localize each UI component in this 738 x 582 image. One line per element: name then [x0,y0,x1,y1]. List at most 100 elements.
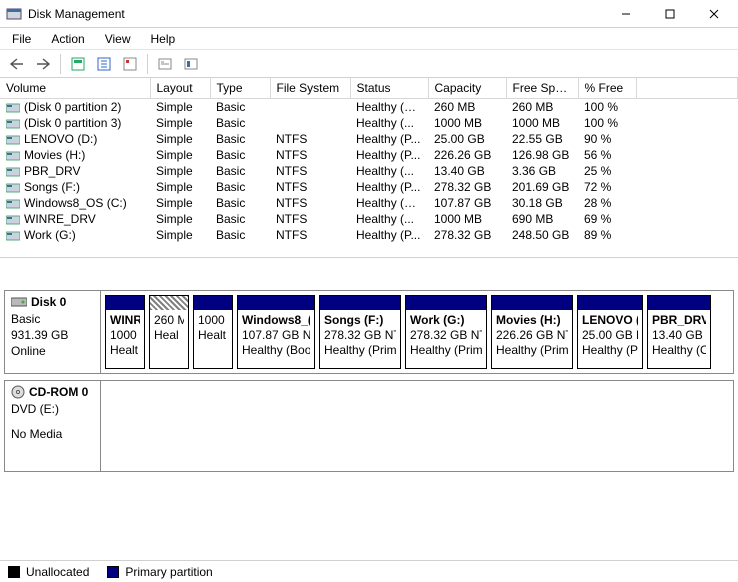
vol-type: Basic [210,99,270,116]
partition-cap [150,296,188,310]
col-pctfree[interactable]: % Free [578,78,636,99]
menu-action[interactable]: Action [41,30,94,48]
col-capacity[interactable]: Capacity [428,78,506,99]
col-free[interactable]: Free Spa... [506,78,578,99]
partition-status: Healthy (O [652,343,706,358]
table-row[interactable]: Movies (H:)SimpleBasicNTFSHealthy (P...2… [0,147,738,163]
vol-fs [270,115,350,131]
volume-icon [6,182,20,194]
partition[interactable]: WINRE1000 MHealt [105,295,145,369]
nav-back-button[interactable] [6,53,28,75]
vol-name: Windows8_OS (C:) [24,196,127,210]
table-row[interactable]: WINRE_DRVSimpleBasicNTFSHealthy (...1000… [0,211,738,227]
col-status[interactable]: Status [350,78,428,99]
disk-icon: Disk 0 [11,295,94,309]
col-filesystem[interactable]: File System [270,78,350,99]
maximize-button[interactable] [648,0,692,27]
col-type[interactable]: Type [210,78,270,99]
vol-pct: 28 % [578,195,636,211]
vol-fs [270,99,350,116]
toolbar [0,50,738,78]
settings-button[interactable] [180,53,202,75]
partition-size: 260 M [154,313,184,328]
cdrom-header[interactable]: CD-ROM 0 DVD (E:) No Media [5,381,101,471]
vol-free: 22.55 GB [506,131,578,147]
table-header-row[interactable]: Volume Layout Type File System Status Ca… [0,78,738,99]
vol-layout: Simple [150,163,210,179]
partition[interactable]: 1000 MHealt [193,295,233,369]
partition[interactable]: Songs (F:)278.32 GB NTFHealthy (Prim [319,295,401,369]
partition-size: 107.87 GB NT [242,328,310,343]
disk-row-disk0: Disk 0 Basic 931.39 GB Online WINRE1000 … [4,290,734,374]
refresh-button[interactable] [67,53,89,75]
partition-size: 278.32 GB NTF [324,328,396,343]
close-button[interactable] [692,0,736,27]
vol-capacity: 278.32 GB [428,227,506,243]
partition-cap [238,296,314,310]
table-row[interactable]: Windows8_OS (C:)SimpleBasicNTFSHealthy (… [0,195,738,211]
vol-capacity: 278.32 GB [428,179,506,195]
volume-icon [6,198,20,210]
disk-map-pane: Disk 0 Basic 931.39 GB Online WINRE1000 … [0,258,738,472]
disk-partition-map: WINRE1000 MHealt260 MHeal1000 MHealtWind… [101,291,733,373]
rescan-button[interactable] [93,53,115,75]
vol-status: Healthy (B... [350,195,428,211]
partition-status: Healt [110,343,140,358]
vol-status: Healthy (... [350,115,428,131]
partition[interactable]: 260 MHeal [149,295,189,369]
partition[interactable]: LENOVO (25.00 GB NHealthy (P [577,295,643,369]
col-extra[interactable] [636,78,738,99]
properties-button[interactable] [119,53,141,75]
vol-free: 260 MB [506,99,578,116]
help-button[interactable] [154,53,176,75]
vol-fs: NTFS [270,131,350,147]
vol-name: Movies (H:) [24,148,85,162]
partition-title: WINRE [110,313,140,328]
volume-list-pane: Volume Layout Type File System Status Ca… [0,78,738,258]
partition[interactable]: PBR_DRV13.40 GB NHealthy (O [647,295,711,369]
disk-header[interactable]: Disk 0 Basic 931.39 GB Online [5,291,101,373]
volume-table[interactable]: Volume Layout Type File System Status Ca… [0,78,738,243]
menu-help[interactable]: Help [141,30,186,48]
cdrom-map [101,381,733,471]
vol-status: Healthy (P... [350,131,428,147]
partition-size: 25.00 GB N [582,328,638,343]
disk-state: Online [11,344,94,359]
table-row[interactable]: Songs (F:)SimpleBasicNTFSHealthy (P...27… [0,179,738,195]
vol-layout: Simple [150,147,210,163]
disk-label: Disk 0 [31,295,66,310]
partition-status: Healthy (P [582,343,638,358]
partition-cap [106,296,144,310]
minimize-button[interactable] [604,0,648,27]
volume-icon [6,166,20,178]
menu-view[interactable]: View [95,30,141,48]
vol-status: Healthy (P... [350,147,428,163]
vol-pct: 72 % [578,179,636,195]
table-row[interactable]: LENOVO (D:)SimpleBasicNTFSHealthy (P...2… [0,131,738,147]
partition[interactable]: Movies (H:)226.26 GB NTFHealthy (Prim [491,295,573,369]
partition[interactable]: Work (G:)278.32 GB NTFHealthy (Prim [405,295,487,369]
vol-layout: Simple [150,115,210,131]
table-row[interactable]: (Disk 0 partition 3)SimpleBasicHealthy (… [0,115,738,131]
vol-fs: NTFS [270,227,350,243]
table-row[interactable]: PBR_DRVSimpleBasicNTFSHealthy (...13.40 … [0,163,738,179]
volume-icon [6,118,20,130]
vol-layout: Simple [150,99,210,116]
vol-name: Songs (F:) [24,180,80,194]
vol-name: LENOVO (D:) [24,132,97,146]
vol-capacity: 107.87 GB [428,195,506,211]
nav-forward-button[interactable] [32,53,54,75]
partition-size: 13.40 GB N [652,328,706,343]
volume-icon [6,134,20,146]
vol-name: (Disk 0 partition 2) [24,100,121,114]
col-layout[interactable]: Layout [150,78,210,99]
table-row[interactable]: (Disk 0 partition 2)SimpleBasicHealthy (… [0,99,738,116]
app-icon [6,6,22,22]
vol-fs: NTFS [270,163,350,179]
menu-file[interactable]: File [2,30,41,48]
partition[interactable]: Windows8_(107.87 GB NTHealthy (Boo [237,295,315,369]
table-row[interactable]: Work (G:)SimpleBasicNTFSHealthy (P...278… [0,227,738,243]
partition-title: Windows8_( [242,313,310,328]
title-bar: Disk Management [0,0,738,28]
col-volume[interactable]: Volume [0,78,150,99]
